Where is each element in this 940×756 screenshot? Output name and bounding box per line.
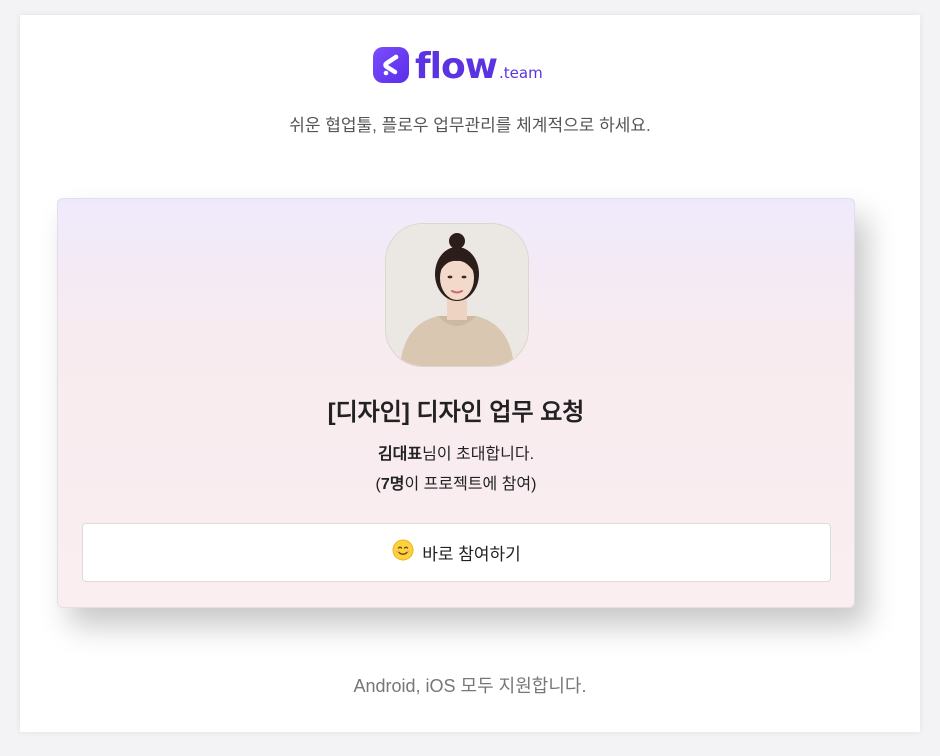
logo-wordmark: flow: [415, 46, 498, 87]
inviter-line: 김대표님이 초대합니다.: [58, 440, 854, 464]
invite-card: [디자인] 디자인 업무 요청 김대표님이 초대합니다. (7명이 프로젝트에 …: [57, 198, 855, 608]
inviter-name: 김대표: [377, 446, 423, 463]
tagline: 쉬운 협업툴, 플로우 업무관리를 체계적으로 하세요.: [289, 116, 651, 135]
email-body: flow .team 쉬운 협업툴, 플로우 업무관리를 체계적으로 하세요.: [20, 15, 920, 732]
smile-emoji-icon: [392, 539, 414, 566]
join-button-label: 바로 참여하기: [422, 545, 521, 564]
member-count: 7명: [380, 476, 405, 493]
flow-logo[interactable]: flow .team: [373, 45, 543, 85]
project-title: [디자인] 디자인 업무 요청: [327, 399, 585, 426]
member-count-line: (7명이 프로젝트에 참여): [58, 470, 854, 494]
flow-s-logo-icon: [373, 47, 409, 83]
inviter-avatar: [385, 223, 529, 367]
inviter-suffix: 님이 초대합니다.: [422, 446, 535, 463]
logo-domain-suffix: .team: [499, 64, 543, 82]
join-now-button[interactable]: 바로 참여하기: [82, 523, 831, 582]
platform-support-note: Android, iOS 모두 지원합니다.: [353, 676, 587, 696]
members-suffix: 이 프로젝트에 참여): [404, 476, 537, 493]
